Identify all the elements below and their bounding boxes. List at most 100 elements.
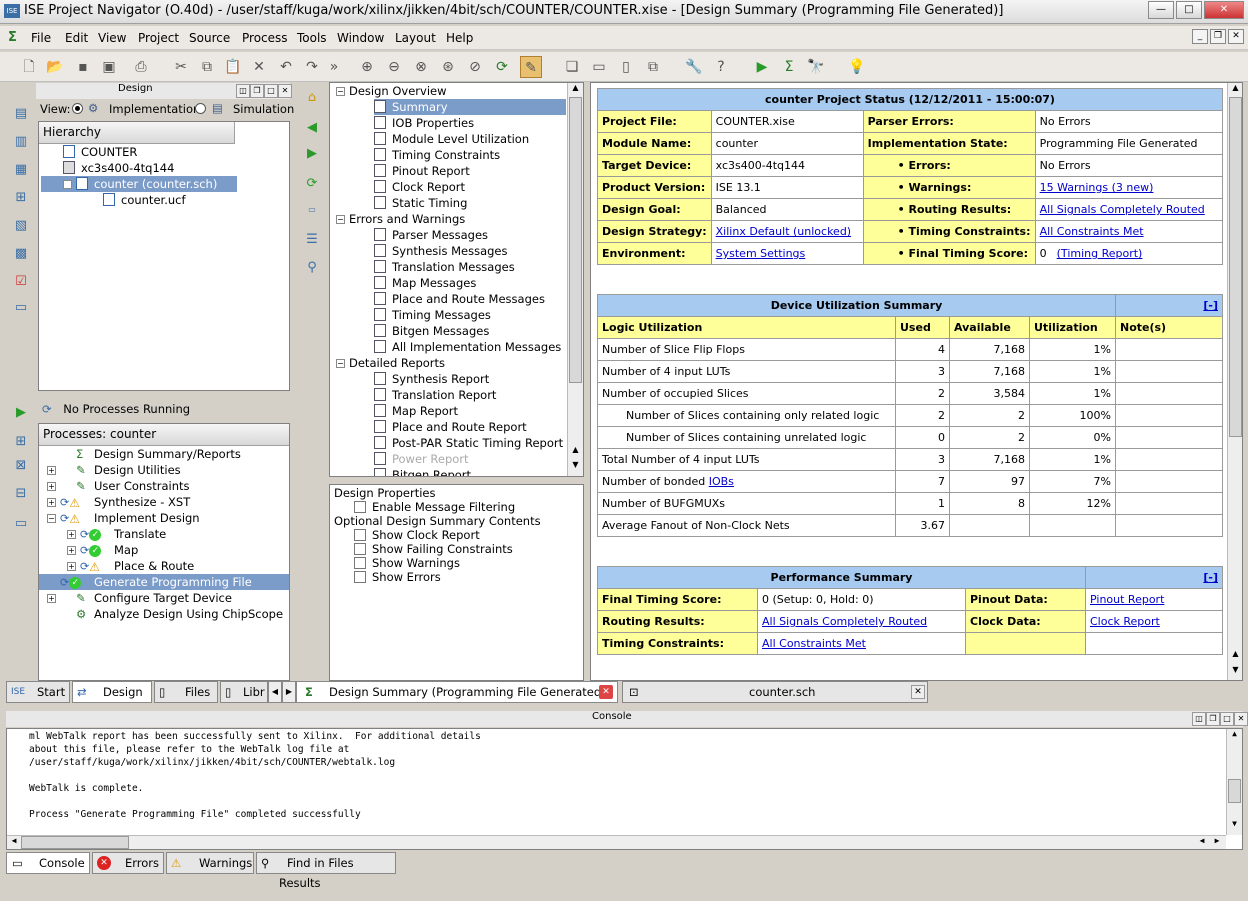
refresh-icon[interactable]: ⟳	[491, 56, 513, 78]
scroll-down-arrow[interactable]: ▼	[568, 460, 583, 474]
nav-item[interactable]: Pinout Report	[374, 163, 470, 179]
save-icon[interactable]: ▪	[72, 56, 94, 78]
wrench-icon[interactable]: 🔧	[683, 56, 705, 78]
process-item[interactable]: ⚙ Analyze Design Using ChipScope	[39, 606, 289, 622]
status-text[interactable]: All Constraints Met	[1040, 225, 1144, 238]
console-vscrollbar[interactable]: ▲ ▼	[1226, 729, 1242, 835]
nav-item[interactable]: Place and Route Messages	[374, 291, 545, 307]
process-tool-icon-3[interactable]: ⊟	[11, 484, 31, 504]
console-float-button[interactable]: ◫	[1192, 712, 1206, 726]
help-pointer-icon[interactable]: ?	[710, 56, 732, 78]
hierarchy-item-ucf[interactable]: counter.ucf	[103, 192, 186, 208]
redo-icon[interactable]: ↷	[301, 56, 323, 78]
performance-text[interactable]: Pinout Report	[1090, 593, 1164, 606]
run-icon[interactable]: ▶	[751, 56, 773, 78]
console-close-button[interactable]: ✕	[1234, 712, 1248, 726]
paste-icon[interactable]: 📋	[222, 56, 244, 78]
new-source-icon[interactable]: ▦	[11, 160, 31, 180]
design-summary-toggle-icon[interactable]: ✎	[520, 56, 542, 78]
process-item[interactable]: + ✎ User Constraints	[39, 478, 289, 494]
find-binoculars-icon[interactable]: ⚲	[302, 258, 322, 278]
nav-item[interactable]: Map Report	[374, 403, 458, 419]
process-tool-icon-1[interactable]: ⊞	[11, 432, 31, 452]
scroll-left-arrow-2[interactable]: ◀	[1195, 836, 1209, 849]
nav-item[interactable]: Map Messages	[374, 275, 476, 291]
console-hscrollbar[interactable]: ◀ ◀ ▶	[7, 835, 1226, 849]
expand-icon[interactable]: +	[67, 530, 76, 539]
scroll-up-arrow-2[interactable]: ▲	[568, 445, 583, 459]
zoom-select-icon[interactable]: ⊘	[464, 56, 486, 78]
status-text[interactable]: 15 Warnings (3 new)	[1040, 181, 1154, 194]
nav-item[interactable]: Translation Report	[374, 387, 496, 403]
new-file-icon[interactable]: 🗋	[18, 56, 40, 78]
menu-tools[interactable]: Tools	[297, 31, 327, 45]
panel-close-button[interactable]: ✕	[278, 84, 292, 98]
open-folder-icon[interactable]: 📂	[44, 56, 66, 78]
back-icon[interactable]: ◀	[302, 118, 322, 138]
lightbulb-icon[interactable]: 💡	[846, 56, 868, 78]
menu-project[interactable]: Project	[138, 31, 179, 45]
minimize-button[interactable]: —	[1148, 1, 1174, 19]
navigator-scrollbar[interactable]: ▲ ▲ ▼	[567, 83, 583, 476]
scroll-thumb[interactable]	[21, 836, 129, 849]
scroll-right-arrow[interactable]: ▶	[1210, 836, 1224, 849]
expand-icon[interactable]: +	[47, 594, 56, 603]
collapse-link[interactable]: [-]	[1203, 571, 1218, 584]
tab-errors[interactable]: ✕ Errors	[92, 852, 164, 874]
show-clock-report-option[interactable]: Show Clock Report	[354, 528, 480, 542]
tab-find-in-files[interactable]: ⚲ Find in Files Results	[256, 852, 396, 890]
collapse-icon[interactable]: −	[63, 180, 72, 189]
tabs-scroll-right-button[interactable]: ▶	[282, 681, 296, 703]
nav-folder[interactable]: − Design Overview	[336, 83, 447, 99]
process-tool-icon-2[interactable]: ⊠	[11, 456, 31, 476]
tab-start[interactable]: ISE Start	[6, 681, 70, 703]
nav-item[interactable]: Clock Report	[374, 179, 465, 195]
tab-design[interactable]: ⇄ Design	[72, 681, 152, 703]
scroll-down-arrow[interactable]: ▼	[1227, 819, 1242, 833]
telescope-icon[interactable]: 🔭	[805, 56, 827, 78]
scroll-up-arrow[interactable]: ▲	[1227, 729, 1242, 743]
process-item[interactable]: + ⟳ ✓ Translate	[39, 526, 289, 542]
tab-console[interactable]: ▭ Console	[6, 852, 90, 874]
mdi-restore-button[interactable]: ❐	[1210, 29, 1226, 44]
nav-item[interactable]: Parser Messages	[374, 227, 488, 243]
process-item[interactable]: + ⟳⚠ Place & Route	[39, 558, 289, 574]
enable-message-filtering-option[interactable]: Enable Message Filtering	[354, 500, 515, 514]
show-failing-constraints-checkbox[interactable]	[354, 543, 366, 555]
zoom-area-icon[interactable]: ⊛	[437, 56, 459, 78]
status-text[interactable]: All Signals Completely Routed	[1040, 203, 1205, 216]
close-tab-icon[interactable]: ✕	[911, 685, 925, 699]
menu-view[interactable]: View	[98, 31, 126, 45]
scroll-up-arrow-2[interactable]: ▲	[1228, 649, 1242, 663]
window-icon[interactable]: ▭	[11, 298, 31, 318]
scroll-up-arrow[interactable]: ▲	[568, 83, 583, 97]
close-tab-icon[interactable]: ✕	[599, 685, 613, 699]
menu-source[interactable]: Source	[189, 31, 230, 45]
scroll-down-arrow[interactable]: ▼	[1228, 665, 1242, 679]
implementation-radio[interactable]	[72, 103, 83, 114]
show-clock-report-checkbox[interactable]	[354, 529, 366, 541]
nav-item[interactable]: Translation Messages	[374, 259, 515, 275]
status-text[interactable]: System Settings	[716, 247, 806, 260]
tab-warnings[interactable]: ⚠ Warnings	[166, 852, 254, 874]
summary-scrollbar[interactable]: ▲ ▲ ▼	[1227, 83, 1242, 680]
performance-text[interactable]: All Signals Completely Routed	[762, 615, 927, 628]
maximize-button[interactable]: □	[1176, 1, 1202, 19]
tab-libraries[interactable]: ▯ Libr	[220, 681, 268, 703]
save-all-icon[interactable]: ▣	[98, 56, 120, 78]
nav-item[interactable]: IOB Properties	[374, 115, 474, 131]
design-summary-icon[interactable]: Σ	[778, 56, 800, 78]
expand-icon[interactable]: −	[47, 514, 56, 523]
process-item[interactable]: + ⟳⚠ Synthesize - XST	[39, 494, 289, 510]
menu-help[interactable]: Help	[446, 31, 473, 45]
console-output[interactable]: ml WebTalk report has been successfully …	[6, 728, 1243, 850]
scroll-thumb[interactable]	[569, 97, 582, 383]
html-icon[interactable]: ▭	[302, 200, 322, 220]
hierarchy-item-counter-project[interactable]: COUNTER	[63, 144, 137, 160]
cut-icon[interactable]: ✂	[170, 56, 192, 78]
add-source-icon[interactable]: ▤	[11, 104, 31, 124]
enable-filter-checkbox[interactable]	[354, 501, 366, 513]
show-warnings-option[interactable]: Show Warnings	[354, 556, 460, 570]
forward-icon[interactable]: ▶	[302, 144, 322, 164]
mdi-close-button[interactable]: ✕	[1228, 29, 1244, 44]
